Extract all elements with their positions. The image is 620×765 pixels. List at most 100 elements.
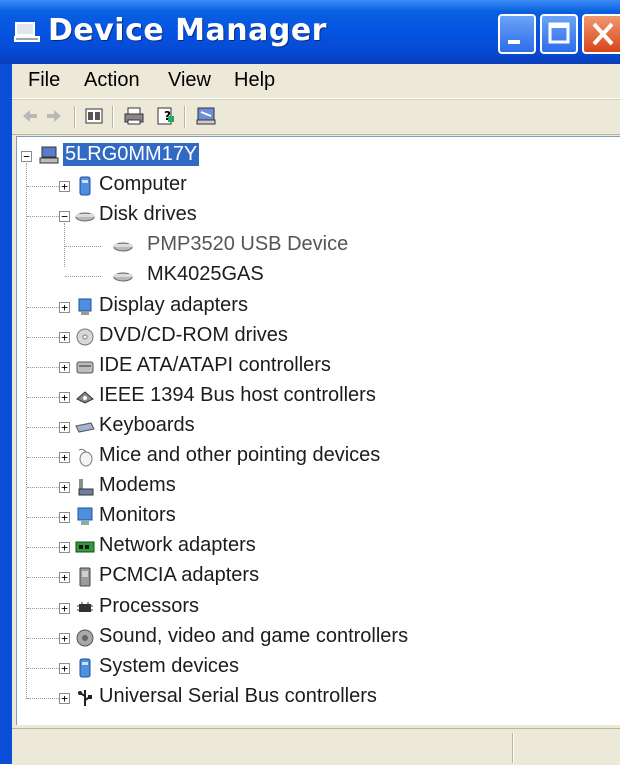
tree-branch-line <box>27 336 59 338</box>
keyboard-icon <box>75 422 95 433</box>
expand-expander[interactable]: + <box>59 662 70 674</box>
tree-branch-line <box>27 186 59 188</box>
device-label[interactable]: MK4025GAS <box>147 263 264 286</box>
tree-branch-line <box>27 487 59 489</box>
child-branch-line <box>65 246 101 248</box>
category-label[interactable]: Processors <box>99 595 199 618</box>
tree-branch-line <box>27 697 59 699</box>
device-tree: − 5LRG0MM17Y + Computer − Disk drives PMP3520 … <box>16 136 620 725</box>
expand-expander[interactable]: + <box>59 421 70 433</box>
category-label[interactable]: DVD/CD-ROM drives <box>99 324 288 347</box>
disk-drive-icon <box>113 242 133 252</box>
tree-branch-line <box>27 306 59 308</box>
expand-expander[interactable]: + <box>59 452 70 463</box>
maximize-button[interactable] <box>540 14 578 54</box>
minimize-icon <box>508 40 520 44</box>
menu-file[interactable]: File <box>28 69 60 92</box>
child-branch-line <box>64 223 65 268</box>
category-label[interactable]: Network adapters <box>99 534 256 557</box>
window-border <box>0 64 12 764</box>
menu-help[interactable]: Help <box>234 69 275 92</box>
processor-icon <box>77 601 93 612</box>
status-separator <box>512 733 514 763</box>
category-label[interactable]: Keyboards <box>99 414 195 437</box>
category-label[interactable]: Universal Serial Bus controllers <box>99 685 377 708</box>
category-label[interactable]: Monitors <box>99 504 176 527</box>
computer-root-icon <box>39 146 59 164</box>
usb-icon <box>78 689 92 706</box>
window-title: Device Manager <box>48 13 327 48</box>
network-adapter-icon <box>75 541 95 553</box>
forward-arrow-icon[interactable] <box>44 106 64 126</box>
toolbar-separator <box>74 106 76 128</box>
disk-drive-icon <box>113 272 133 282</box>
category-label[interactable]: PCMCIA adapters <box>99 564 259 587</box>
expand-expander[interactable]: + <box>59 331 70 343</box>
modem-icon <box>78 479 94 496</box>
properties-view-icon[interactable] <box>84 106 104 126</box>
tree-branch-line <box>27 637 59 639</box>
title-bar[interactable]: Device Manager <box>0 0 620 64</box>
close-icon <box>592 22 614 46</box>
root-computer-name[interactable]: 5LRG0MM17Y <box>63 143 200 166</box>
tree-branch-line <box>27 667 59 669</box>
monitor-icon <box>77 507 93 526</box>
expand-expander[interactable]: + <box>59 512 70 524</box>
close-button[interactable] <box>582 14 620 54</box>
expand-expander[interactable]: + <box>59 482 70 494</box>
expand-expander[interactable]: + <box>59 572 70 584</box>
help-properties-icon[interactable]: ? <box>156 106 176 126</box>
tree-branch-line <box>27 366 59 368</box>
tree-branch-line <box>27 396 59 398</box>
scan-hardware-icon[interactable] <box>196 106 216 126</box>
category-label[interactable]: Mice and other pointing devices <box>99 444 380 467</box>
dvd-drive-icon <box>76 328 94 346</box>
back-arrow-icon[interactable] <box>20 106 40 126</box>
device-manager-icon <box>14 22 40 42</box>
category-label[interactable]: Disk drives <box>99 203 197 226</box>
expand-expander[interactable]: + <box>59 632 70 644</box>
category-label[interactable]: Display adapters <box>99 294 248 317</box>
menu-view[interactable]: View <box>168 69 211 92</box>
category-label[interactable]: Computer <box>99 173 187 196</box>
print-icon[interactable] <box>124 106 144 126</box>
device-manager-window: Device Manager File Action View Help ? −… <box>0 0 620 765</box>
category-label[interactable]: Modems <box>99 474 176 497</box>
expand-expander[interactable]: + <box>59 692 70 704</box>
mouse-icon <box>78 448 93 467</box>
tree-branch-line <box>27 547 59 549</box>
category-label[interactable]: System devices <box>99 655 239 678</box>
tree-branch-line <box>27 577 59 579</box>
display-adapter-icon <box>78 298 92 315</box>
category-label[interactable]: Sound, video and game controllers <box>99 625 408 648</box>
tree-branch-line <box>27 457 59 458</box>
system-device-icon <box>79 658 91 678</box>
collapse-expander[interactable]: − <box>21 151 32 162</box>
expand-expander[interactable]: + <box>59 301 70 313</box>
expand-expander[interactable]: + <box>59 181 70 193</box>
expand-expander[interactable]: + <box>59 361 70 373</box>
toolbar-separator <box>184 106 186 128</box>
tree-branch-line <box>27 607 59 609</box>
status-bar <box>12 728 620 765</box>
minimize-button[interactable] <box>498 14 536 54</box>
collapse-expander[interactable]: − <box>59 211 70 223</box>
expand-expander[interactable]: + <box>59 391 70 403</box>
category-label[interactable]: IDE ATA/ATAPI controllers <box>99 354 331 377</box>
computer-icon <box>79 176 91 196</box>
category-label[interactable]: IEEE 1394 Bus host controllers <box>99 384 376 407</box>
child-branch-line <box>65 276 101 278</box>
maximize-icon <box>548 22 570 44</box>
menu-action[interactable]: Action <box>84 69 140 92</box>
expand-expander[interactable]: + <box>59 542 70 554</box>
ide-controller-icon <box>76 361 94 374</box>
tree-branch-line <box>27 517 59 519</box>
toolbar-separator <box>112 106 114 128</box>
expand-expander[interactable]: + <box>59 602 70 614</box>
tree-branch-line <box>27 216 59 218</box>
tree-trunk-line <box>26 163 27 699</box>
sound-icon <box>76 629 94 647</box>
device-label[interactable]: PMP3520 USB Device <box>147 233 348 256</box>
ieee1394-icon <box>76 391 94 404</box>
disk-drive-icon <box>75 212 95 222</box>
